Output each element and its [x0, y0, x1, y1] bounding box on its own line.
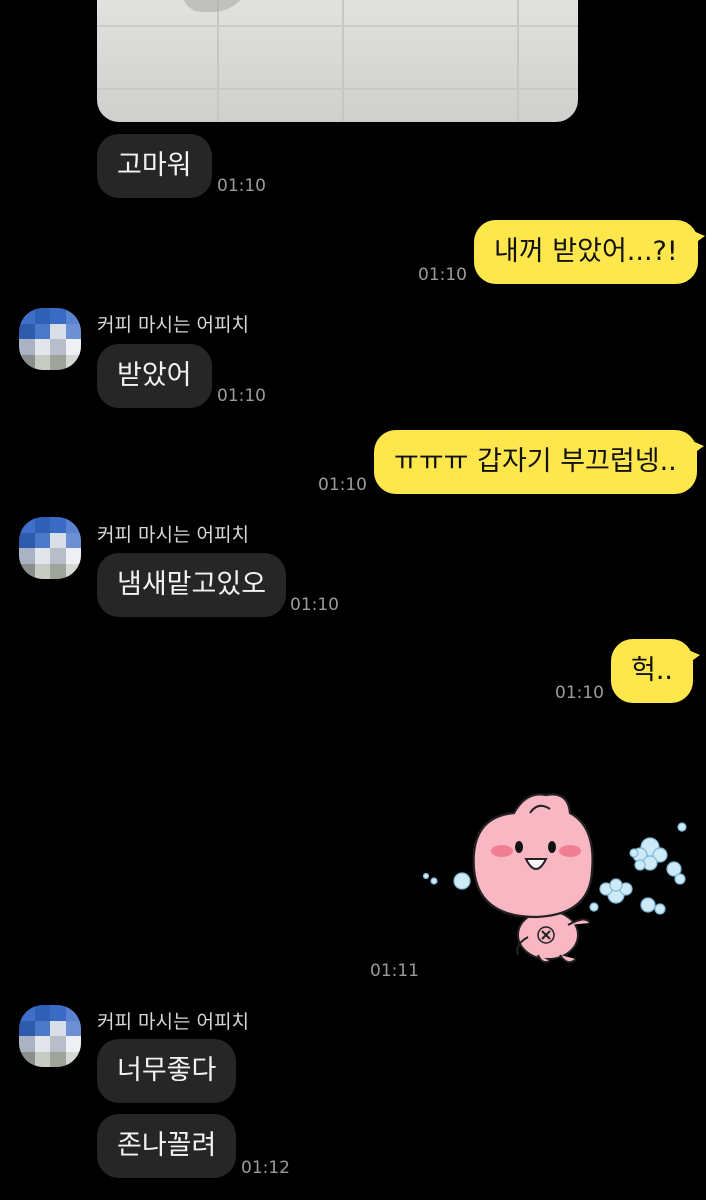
message-time: 01:12	[241, 1158, 290, 1178]
sender-name: 커피 마시는 어피치	[97, 314, 249, 336]
outgoing-message[interactable]: 헉..	[611, 639, 701, 703]
incoming-message[interactable]: 너무좋다	[97, 1039, 237, 1103]
outgoing-message[interactable]: 내꺼 받았어...?!	[474, 220, 705, 284]
outgoing-message[interactable]: ㅠㅠㅠ 갑자기 부끄럽넹..	[374, 430, 704, 494]
message-time: 01:10	[217, 176, 266, 196]
incoming-message[interactable]: 고마워	[97, 134, 212, 198]
avatar[interactable]	[19, 1005, 81, 1067]
incoming-message[interactable]: 받았어	[97, 344, 212, 408]
incoming-message[interactable]: 존나꼴려	[97, 1114, 237, 1178]
sender-name: 커피 마시는 어피치	[97, 524, 249, 546]
avatar[interactable]	[19, 308, 81, 370]
message-time: 01:11	[370, 961, 419, 981]
message-time: 01:10	[555, 683, 604, 703]
message-time: 01:10	[290, 595, 339, 615]
sender-name: 커피 마시는 어피치	[97, 1011, 249, 1033]
apeach-sticker[interactable]	[418, 787, 690, 967]
message-time: 01:10	[318, 475, 367, 495]
incoming-message[interactable]: 냄새맡고있오	[97, 553, 287, 617]
message-time: 01:10	[418, 265, 467, 285]
message-time: 01:10	[217, 386, 266, 406]
photo-message[interactable]	[97, 0, 578, 122]
avatar[interactable]	[19, 517, 81, 579]
